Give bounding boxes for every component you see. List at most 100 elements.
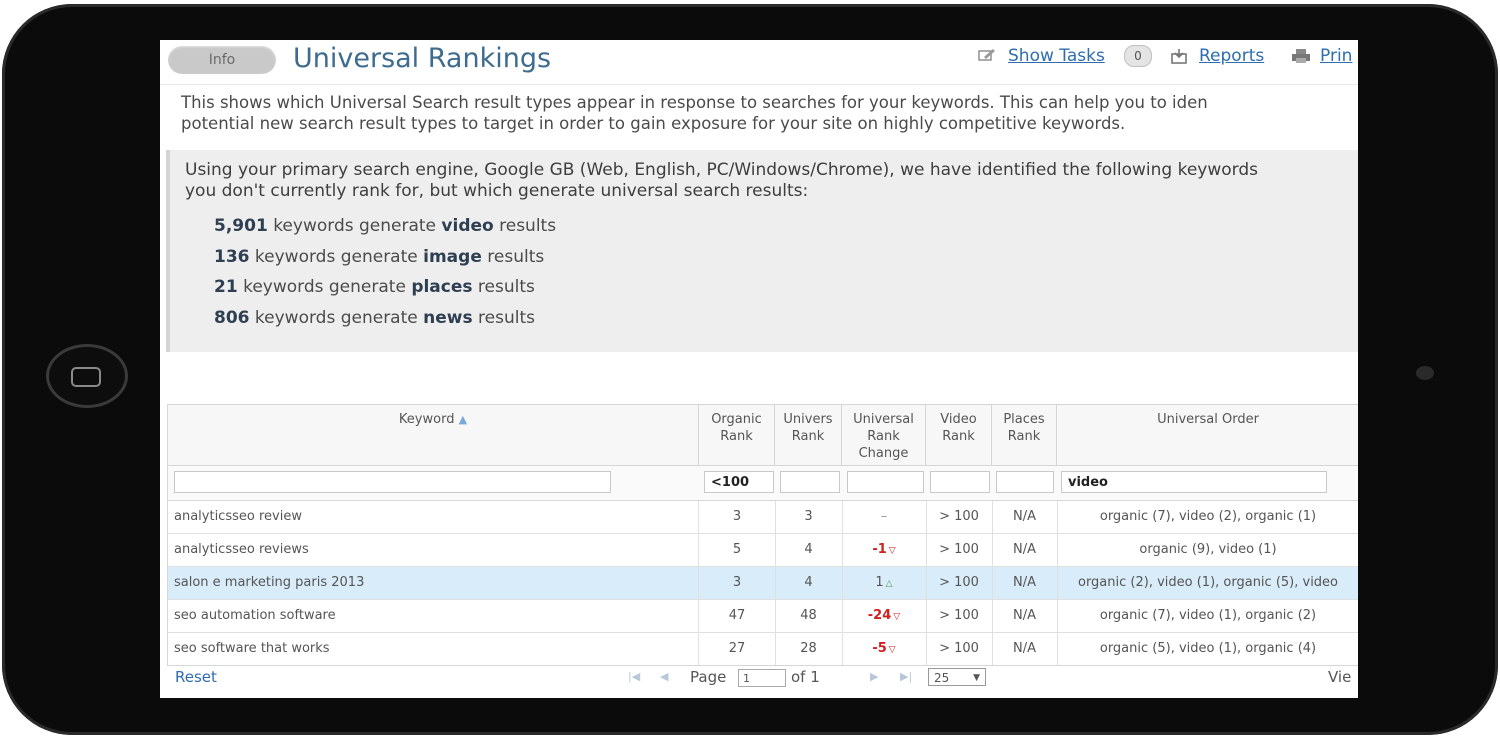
first-page-icon[interactable]: |◀: [628, 670, 640, 683]
table-row[interactable]: seo software that works 27 28 -5 ▽ > 100 …: [168, 633, 1358, 665]
cell-keyword: salon e marketing paris 2013: [168, 567, 699, 599]
cell-places-rank: N/A: [992, 633, 1058, 665]
cell-organic-rank: 3: [699, 501, 776, 533]
col-header-universal-rank[interactable]: Univers Rank: [775, 405, 842, 465]
header-label: Universal: [853, 412, 914, 427]
header-label: Organic: [711, 412, 762, 427]
reset-link[interactable]: Reset: [175, 668, 217, 686]
up-arrow-icon: △: [885, 579, 893, 589]
stat-news: 806 keywords generate news results: [214, 308, 535, 328]
tasks-count-badge: 0: [1124, 45, 1152, 67]
stat-text: results: [499, 216, 557, 236]
header-label: Universal Order: [1157, 412, 1259, 427]
page-size-value: 25: [934, 671, 950, 685]
print-link[interactable]: Prin: [1320, 46, 1352, 66]
home-button[interactable]: [46, 344, 128, 408]
table-row[interactable]: seo automation software 47 48 -24 ▽ > 100…: [168, 600, 1358, 633]
next-page-icon[interactable]: ▶: [870, 670, 878, 683]
col-header-universal-order[interactable]: Universal Order: [1057, 405, 1358, 465]
header-label: Rank: [942, 429, 975, 444]
places-rank-filter-input[interactable]: [996, 471, 1054, 493]
cell-keyword: analyticsseo review: [168, 501, 699, 533]
table-row[interactable]: analyticsseo reviews 5 4 -1 ▽ > 100 N/A o…: [168, 534, 1358, 567]
col-header-places-rank[interactable]: Places Rank: [992, 405, 1057, 465]
col-header-organic-rank[interactable]: Organic Rank: [699, 405, 775, 465]
cell-universal-rank: 48: [775, 600, 843, 632]
last-page-icon[interactable]: ▶|: [900, 670, 912, 683]
stat-count: 21: [214, 277, 238, 297]
stat-count: 136: [214, 247, 250, 267]
col-header-rank-change[interactable]: Universal Rank Change: [842, 405, 926, 465]
video-rank-filter-input[interactable]: [930, 471, 990, 493]
cell-universal-order: organic (9), video (1): [1139, 542, 1277, 557]
edit-icon: [978, 48, 996, 66]
cell-places-rank: N/A: [992, 600, 1058, 632]
stat-places: 21 keywords generate places results: [214, 277, 535, 297]
cell-rank-change: -1 ▽: [842, 534, 927, 566]
show-tasks-link[interactable]: Show Tasks: [1008, 46, 1105, 66]
organic-rank-filter-input[interactable]: <100: [704, 471, 774, 493]
cell-universal-order: organic (2), video (1), organic (5), vid…: [1077, 575, 1339, 590]
header-label: Univers: [783, 412, 833, 427]
description-line: This shows which Universal Search result…: [181, 93, 1208, 112]
cell-rank-change: 1 △: [842, 567, 927, 599]
cell-video-rank: > 100: [926, 633, 993, 665]
universal-rank-filter-input[interactable]: [780, 471, 840, 493]
down-arrow-icon: ▽: [888, 546, 896, 556]
prev-page-icon[interactable]: ◀: [660, 670, 668, 683]
universal-order-filter-input[interactable]: video: [1061, 471, 1327, 493]
header-label: Change: [858, 446, 909, 461]
cell-universal-order: organic (5), video (1), organic (4): [1099, 641, 1317, 656]
cell-universal-order: organic (7), video (2), organic (1): [1099, 509, 1317, 524]
description-line: potential new search result types to tar…: [181, 114, 1126, 133]
down-arrow-icon: ▽: [893, 612, 901, 622]
header-label: Rank: [791, 429, 825, 444]
cell-universal-rank: 3: [775, 501, 843, 533]
cell-places-rank: N/A: [992, 534, 1058, 566]
cell-keyword: seo automation software: [168, 600, 699, 632]
stat-text: keywords generate: [254, 247, 418, 267]
home-icon: [71, 367, 101, 387]
rank-change-value: -24: [867, 608, 892, 623]
print-icon: [1291, 48, 1311, 68]
rank-change-value: -5: [872, 641, 887, 656]
info-button[interactable]: Info: [168, 46, 276, 74]
summary-intro-line: Using your primary search engine, Google…: [185, 160, 1259, 180]
cell-organic-rank: 27: [699, 633, 776, 665]
col-header-video-rank[interactable]: Video Rank: [926, 405, 992, 465]
filter-row: <100 video: [168, 466, 1358, 501]
stat-count: 5,901: [214, 216, 268, 236]
stat-count: 806: [214, 308, 250, 328]
page-total-label: of 1: [791, 668, 820, 686]
table-header: Keyword ▲ Organic Rank Univers Rank Univ…: [168, 405, 1358, 466]
stat-image: 136 keywords generate image results: [214, 247, 544, 267]
stat-type: news: [423, 308, 473, 328]
down-arrow-icon: ▽: [888, 645, 896, 655]
cell-universal-rank: 4: [775, 534, 843, 566]
header-label: Keyword: [398, 412, 455, 427]
col-header-keyword[interactable]: Keyword ▲: [168, 405, 699, 465]
header-label: Places: [1003, 412, 1045, 427]
page-number-input[interactable]: 1: [738, 669, 786, 687]
sort-asc-icon[interactable]: ▲: [459, 413, 467, 426]
cell-video-rank: > 100: [926, 501, 993, 533]
summary-intro: Using your primary search engine, Google…: [185, 160, 1258, 202]
cell-organic-rank: 3: [699, 567, 776, 599]
stat-type: video: [441, 216, 494, 236]
rank-change-filter-input[interactable]: [847, 471, 924, 493]
keyword-filter-input[interactable]: [174, 471, 611, 493]
cell-organic-rank: 5: [699, 534, 776, 566]
table-row-selected[interactable]: salon e marketing paris 2013 3 4 1 △ > 10…: [168, 567, 1358, 600]
reports-link[interactable]: Reports: [1199, 46, 1264, 66]
stat-type: places: [411, 277, 473, 297]
stat-video: 5,901 keywords generate video results: [214, 216, 556, 236]
cell-universal-order: organic (7), video (1), organic (2): [1099, 608, 1317, 623]
table-row[interactable]: analyticsseo review 3 3 – > 100 N/A orga…: [168, 501, 1358, 534]
page-size-select[interactable]: 25 ▼: [928, 668, 986, 686]
page-header: Info Universal Rankings Show Tasks 0 Rep…: [160, 40, 1358, 85]
rankings-table: Keyword ▲ Organic Rank Univers Rank Univ…: [167, 404, 1358, 666]
cell-places-rank: N/A: [992, 501, 1058, 533]
cell-rank-change: -5 ▽: [842, 633, 927, 665]
page-label: Page: [690, 668, 727, 686]
stat-text: results: [487, 247, 545, 267]
